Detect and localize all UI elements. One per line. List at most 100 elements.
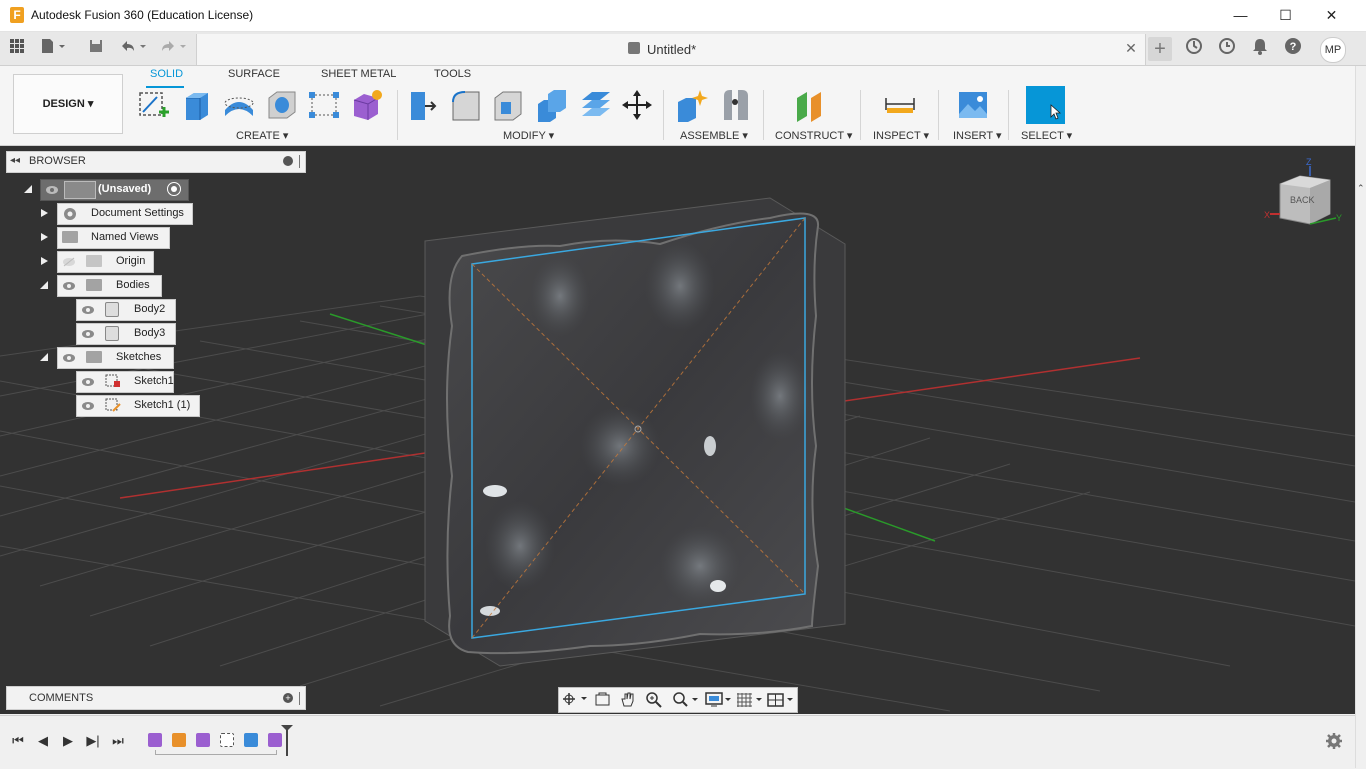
timeline-form-feature-icon[interactable] [148,733,162,747]
timeline-form-feature-icon[interactable] [196,733,210,747]
expand-arrow-icon[interactable] [23,184,33,194]
browser-title: BROWSER [29,155,86,167]
browser-pin-icon[interactable] [299,155,300,168]
new-component-icon[interactable] [674,88,708,122]
redo-icon[interactable] [158,38,186,58]
visibility-eye-icon[interactable] [81,304,95,318]
activate-radio-icon[interactable] [167,182,181,196]
job-status-icon[interactable] [1215,37,1239,61]
visibility-eye-icon[interactable] [45,184,59,198]
tab-tools[interactable]: TOOLS [434,68,471,80]
visibility-eye-icon[interactable] [62,280,76,294]
tab-surface[interactable]: SURFACE [228,68,280,80]
hidden-eye-icon[interactable] [62,256,76,270]
expand-arrow-icon[interactable] [39,232,49,242]
new-tab-button[interactable]: + [1148,37,1172,61]
fillet-icon[interactable] [449,88,483,122]
scroll-up-chevron-icon[interactable]: ⌃ [1357,183,1365,194]
comments-title: COMMENTS [29,692,94,704]
insert-group-label[interactable]: INSERT ▾ [953,129,1002,142]
collapse-arrow-icon[interactable] [39,352,49,362]
joint-icon[interactable] [718,88,752,122]
group-separator [938,90,939,140]
pattern-icon[interactable] [307,88,341,122]
extrude-icon[interactable] [180,88,214,122]
undo-icon[interactable] [118,38,146,58]
timeline-play-button[interactable]: ▶ [60,733,76,749]
move-copy-icon[interactable] [620,88,654,122]
group-separator [860,90,861,140]
viewports-icon[interactable] [767,692,795,711]
create-group-label[interactable]: CREATE ▾ [236,129,288,142]
timeline-extrude-icon[interactable] [244,733,258,747]
right-scrollbar[interactable] [1355,66,1366,768]
visibility-eye-icon[interactable] [81,376,95,390]
user-avatar[interactable]: MP [1320,37,1346,63]
collapse-browser-icon[interactable]: ◂◂ [10,155,20,166]
construct-group-label[interactable]: CONSTRUCT ▾ [775,129,852,142]
settings-gear-icon[interactable] [1325,732,1343,753]
revolve-icon[interactable] [222,88,256,122]
maximize-button[interactable]: ☐ [1263,0,1308,31]
save-icon[interactable] [85,38,107,58]
visibility-eye-icon[interactable] [81,400,95,414]
workspace-switcher[interactable]: DESIGN ▾ [13,74,123,134]
minimize-button[interactable]: — [1218,0,1263,31]
zoom-icon[interactable] [646,692,662,711]
create-form-icon[interactable] [350,88,384,122]
gear-icon [62,206,78,225]
assemble-group-label[interactable]: ASSEMBLE ▾ [680,129,748,142]
grid-settings-icon[interactable] [736,692,764,711]
orbit-icon[interactable] [562,692,588,709]
timeline-sketch-icon[interactable] [220,733,234,747]
timeline-group-bracket [155,750,277,755]
inspect-group-label[interactable]: INSPECT ▾ [873,129,929,142]
comments-pin-icon[interactable] [299,692,300,705]
browser-minimize-icon[interactable] [283,156,293,166]
file-menu-icon[interactable] [40,38,65,58]
select-button[interactable] [1026,86,1065,124]
timeline-next-button[interactable]: ▶| [85,733,101,749]
sketch-edit-icon [104,397,122,416]
add-comment-icon[interactable]: + [283,693,293,703]
timeline-form-feature-icon[interactable] [268,733,282,747]
measure-icon[interactable] [883,88,917,122]
select-group-label[interactable]: SELECT ▾ [1021,129,1072,142]
canvas-viewport[interactable] [0,146,1356,714]
display-settings-icon[interactable] [705,692,733,711]
viewcube-face-label[interactable]: BACK [1290,195,1315,205]
timeline-last-button[interactable]: ⏭ [110,733,126,749]
help-icon[interactable]: ? [1281,37,1305,61]
press-pull-icon[interactable] [405,88,439,122]
pan-hand-icon[interactable] [620,691,636,710]
zoom-window-icon[interactable] [672,692,700,711]
apps-grid-icon[interactable] [6,38,28,58]
browser-node-label: Document Settings [91,207,184,219]
timeline-first-button[interactable]: ⏮ [10,733,26,749]
visibility-eye-icon[interactable] [81,328,95,342]
look-at-icon[interactable] [595,692,611,709]
offset-plane-icon[interactable] [793,88,827,122]
tab-solid[interactable]: SOLID [150,68,183,80]
hole-icon[interactable] [265,88,299,122]
notifications-icon[interactable] [1248,37,1272,61]
visibility-eye-icon[interactable] [62,352,76,366]
collapse-arrow-icon[interactable] [39,280,49,290]
tab-sheet-metal[interactable]: SHEET METAL [321,68,396,80]
close-tab-button[interactable]: ✕ [1124,40,1138,57]
browser-node-label: Origin [116,255,146,267]
extensions-icon[interactable] [1182,37,1206,61]
expand-arrow-icon[interactable] [39,256,49,266]
insert-image-icon[interactable] [956,88,990,122]
close-window-button[interactable]: ✕ [1309,0,1354,31]
combine-icon[interactable] [534,88,568,122]
timeline-previous-button[interactable]: ◀ [35,733,51,749]
viewcube-z-label: Z [1306,157,1312,167]
timeline-feature-icon[interactable] [172,733,186,747]
create-sketch-icon[interactable] [137,88,171,122]
expand-arrow-icon[interactable] [39,208,49,218]
offset-face-icon[interactable] [578,88,612,122]
modify-group-label[interactable]: MODIFY ▾ [503,129,554,142]
shell-icon[interactable] [491,88,525,122]
timeline-marker[interactable] [286,728,288,756]
